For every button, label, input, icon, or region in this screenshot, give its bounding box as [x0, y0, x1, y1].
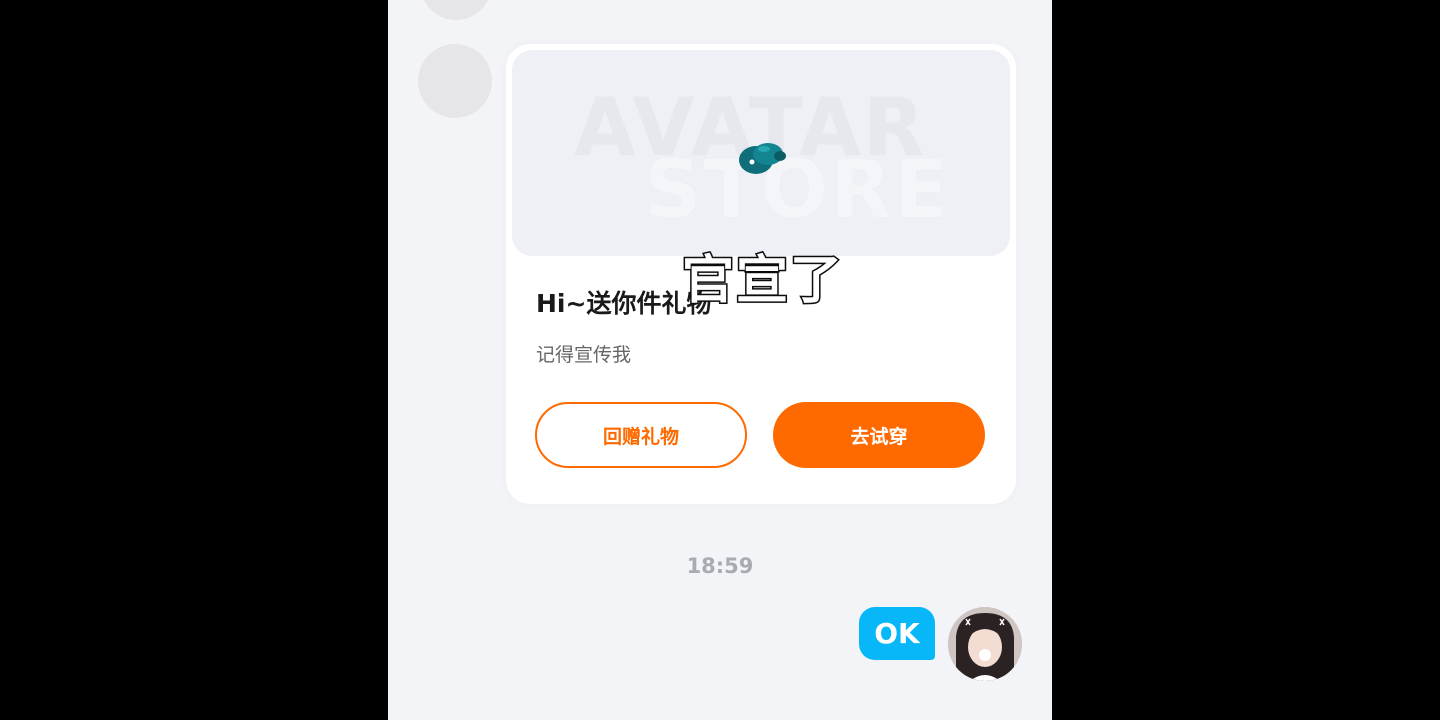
chat-screen: AVATAR STORE Hi~送你件礼物 记得宣传我 回赠礼物 去试穿 18:… [388, 0, 1052, 720]
gift-item-image [739, 143, 786, 174]
message-timestamp: 18:59 [686, 554, 754, 578]
contact-avatar-previous[interactable] [420, 0, 492, 20]
my-message-text: OK [874, 617, 920, 650]
contact-avatar[interactable] [418, 44, 492, 118]
return-gift-button[interactable]: 回赠礼物 [535, 402, 747, 468]
try-on-button[interactable]: 去试穿 [773, 402, 985, 468]
gift-card-subtitle: 记得宣传我 [536, 344, 632, 366]
my-avatar-image [948, 607, 1022, 681]
my-message-bubble[interactable]: OK [859, 607, 935, 660]
banner-text-store: STORE [644, 143, 951, 236]
gift-banner: AVATAR STORE [512, 50, 1010, 256]
video-caption-overlay: 官宣了 [680, 250, 845, 313]
my-avatar[interactable] [948, 607, 1022, 681]
